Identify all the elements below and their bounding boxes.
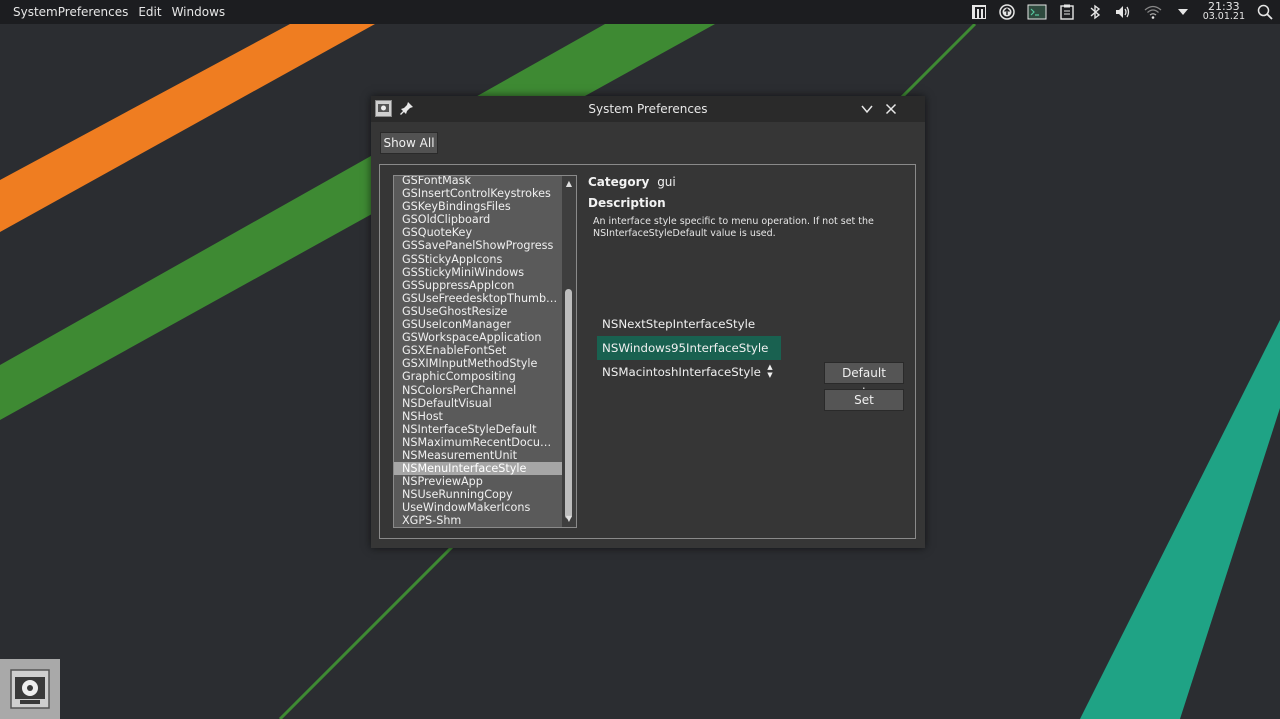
system-preferences-window: System Preferences Show All GSFontMask GS… [371,96,925,548]
description-label: Description [588,196,666,210]
update-icon[interactable] [998,3,1016,21]
defaults-list-item[interactable]: NSHost [394,410,562,423]
defaults-list-item[interactable]: GSXIMInputMethodStyle [394,357,562,370]
scroll-down-arrow-icon[interactable]: ▼ [562,513,576,525]
bluetooth-icon[interactable] [1086,3,1104,21]
description-text: An interface style specific to menu oper… [593,216,874,239]
dock [0,659,60,719]
option-stepper-icon[interactable]: ▲ ▼ [765,363,775,381]
clipboard-icon[interactable] [1058,3,1076,21]
defaults-list-item[interactable]: UseWindowMakerIcons [394,501,562,514]
wifi-icon[interactable] [1142,3,1164,21]
app-menu: SystemPreferences Edit Windows [8,0,230,24]
window-title: System Preferences [588,102,708,116]
defaults-panel: GSFontMask GSInsertControlKeystrokes GSKey… [379,164,916,539]
window-titlebar[interactable]: System Preferences [371,96,925,122]
option-windows95-selected[interactable]: NSWindows95InterfaceStyle [597,336,781,360]
defaults-list-item[interactable]: GSUseIconManager [394,318,562,331]
defaults-list-item[interactable]: GSUseFreedesktopThumb… [394,292,562,305]
default-value-button[interactable]: Default value [824,362,904,400]
menu-edit[interactable]: Edit [133,0,166,24]
defaults-list-item[interactable]: GSQuoteKey [394,226,562,239]
defaults-list-item[interactable]: NSInterfaceStyleDefault [394,423,562,436]
defaults-list-item[interactable]: NSUseRunningCopy [394,488,562,501]
system-tray: 21:33 03.01.21 [965,0,1280,24]
defaults-list-item[interactable]: GSInsertControlKeystrokes [394,187,562,200]
defaults-list-item[interactable]: GSStickyAppIcons [394,253,562,266]
menu-windows[interactable]: Windows [167,0,231,24]
list-scrollbar[interactable]: ▲ ▼ [562,176,576,527]
defaults-list-item[interactable]: XGPS-Shm [394,514,562,527]
defaults-list-item[interactable]: GSFontMask [394,176,562,187]
category-value: gui [657,175,676,189]
defaults-list-item[interactable]: NSDefaultVisual [394,397,562,410]
scroll-up-arrow-icon[interactable]: ▲ [562,178,576,190]
top-menubar: SystemPreferences Edit Windows 21:33 03.… [0,0,1280,24]
defaults-list-item[interactable]: GSOldClipboard [394,213,562,226]
defaults-list-item[interactable]: GSKeyBindingsFiles [394,200,562,213]
option-nextstep[interactable]: NSNextStepInterfaceStyle [597,312,760,336]
defaults-list-item[interactable]: GSWorkspaceApplication [394,331,562,344]
close-icon[interactable] [883,101,899,117]
defaults-list-item[interactable]: NSMaximumRecentDocum… [394,436,562,449]
defaults-list-item[interactable]: GraphicCompositing [394,370,562,383]
defaults-list[interactable]: GSFontMask GSInsertControlKeystrokes GSKey… [393,175,577,528]
minimize-chevron-icon[interactable] [859,101,875,117]
terminal-icon[interactable] [1026,3,1048,21]
defaults-list-item[interactable]: GSXEnableFontSet [394,344,562,357]
category-row: Category gui [588,175,676,189]
menu-system-preferences[interactable]: SystemPreferences [8,0,133,24]
clock-date: 03.01.21 [1202,11,1245,22]
set-button[interactable]: Set [824,389,904,411]
defaults-list-item[interactable]: GSSuppressAppIcon [394,279,562,292]
system-preferences-dock-icon[interactable] [10,669,50,709]
dropdown-arrow-icon[interactable] [1174,3,1192,21]
category-label: Category [588,175,650,189]
app-grid-icon[interactable] [970,3,988,21]
defaults-list-item[interactable]: GSSavePanelShowProgress [394,239,562,252]
volume-icon[interactable] [1114,3,1132,21]
defaults-list-item[interactable]: NSMenuInterfaceStyle [394,462,562,476]
defaults-list-item[interactable]: GSUseGhostResize [394,305,562,318]
clock[interactable]: 21:33 03.01.21 [1202,1,1245,22]
defaults-list-item[interactable]: NSColorsPerChannel [394,384,562,397]
defaults-list-item[interactable]: GSStickyMiniWindows [394,266,562,279]
defaults-list-item[interactable]: NSPreviewApp [394,475,562,488]
show-all-button[interactable]: Show All [380,132,438,154]
scroll-thumb[interactable] [565,289,572,519]
option-macintosh[interactable]: NSMacintoshInterfaceStyle [597,360,766,384]
defaults-list-item[interactable]: NSMeasurementUnit [394,449,562,462]
defaults-list-items: GSFontMask GSInsertControlKeystrokes GSKey… [394,176,562,527]
search-icon[interactable] [1256,3,1274,21]
